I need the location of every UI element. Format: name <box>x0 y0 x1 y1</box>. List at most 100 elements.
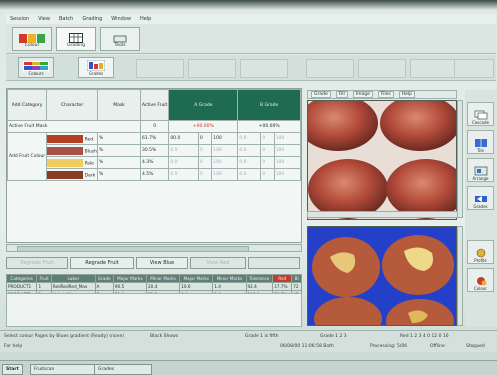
menu-item-view[interactable]: View <box>38 16 50 22</box>
status-date: 06/08/00 11:06:58 Both <box>280 344 334 349</box>
map-vertical-scrollbar[interactable] <box>457 226 463 326</box>
fruit-photo-pane[interactable] <box>307 100 457 220</box>
photo-vertical-scrollbar[interactable] <box>457 100 463 218</box>
arrange-icon <box>474 166 487 176</box>
col-header[interactable]: Fruit <box>36 274 52 283</box>
regrade-fruit-button[interactable]: Regrade Fruit <box>70 257 134 269</box>
grading-button[interactable]: Grading <box>56 27 96 51</box>
arrange-button[interactable]: Arrange <box>467 158 494 182</box>
a-cell[interactable]: 0 <box>197 156 213 169</box>
menu-item-batch[interactable]: Batch <box>59 16 73 22</box>
b-cell[interactable]: 100 <box>273 156 302 169</box>
pct-cell: 4.5% <box>139 168 170 181</box>
mask-cell[interactable]: % <box>96 144 141 157</box>
b-cell[interactable]: 100 <box>273 168 302 181</box>
image-menu-grade[interactable]: Grade <box>311 91 331 98</box>
a-cell[interactable]: 100 <box>211 132 239 145</box>
table-row[interactable]: PRODUCT1 1 RedRedRed_Max A 90.5 20.4 10.… <box>5 282 302 291</box>
tools-button[interactable]: Tools <box>100 27 140 51</box>
colour-button[interactable]: Colour <box>12 27 52 51</box>
col-header[interactable]: Major Marks <box>112 274 147 283</box>
col-header[interactable]: Major Marks <box>179 274 214 283</box>
mask-cell[interactable]: % <box>96 132 141 145</box>
table-row[interactable]: Blush % 30.5% 0.0 0 100 0.0 0 100 <box>8 144 302 157</box>
colour-swatch-cell[interactable]: Blush <box>46 144 98 157</box>
status-bar: Select colour Pages by Blues gradient (R… <box>0 330 497 352</box>
b-grade-header[interactable]: B Grade <box>237 89 301 121</box>
cascade-button[interactable]: Cascade <box>467 102 494 126</box>
task-label: Fruitscan <box>34 367 55 372</box>
grades-button[interactable]: Grades <box>78 57 114 78</box>
a-cell[interactable]: 100 <box>211 144 239 157</box>
taskbar-item-grades[interactable]: Grades <box>94 364 152 375</box>
colour-palette-icon <box>23 61 49 71</box>
start-button[interactable]: Start <box>2 364 23 375</box>
b-cell[interactable]: 0 <box>260 168 275 181</box>
colour-side-button[interactable]: Colour <box>467 268 494 292</box>
add-category-button[interactable]: Add Category <box>6 89 48 121</box>
a-grade-header[interactable]: A Grade <box>168 89 239 121</box>
a-cell[interactable]: 100 <box>211 168 239 181</box>
pct-cell: 4.3% <box>139 156 170 169</box>
col-header[interactable]: Grade <box>94 274 114 283</box>
b-cell[interactable]: 0.0 <box>237 144 262 157</box>
table-row[interactable]: Dark % 4.5% 0.0 0 100 0.0 0 100 <box>8 168 302 181</box>
main-toolbar: Colour Grading Tools <box>6 24 496 54</box>
a-cell[interactable]: 0 <box>197 144 213 157</box>
a-cell[interactable]: 0.0 <box>168 156 199 169</box>
b-cell[interactable]: 0 <box>260 156 275 169</box>
menu-item-session[interactable]: Session <box>10 16 29 22</box>
b-cell[interactable]: 0 <box>260 132 275 145</box>
a-cell[interactable]: 100 <box>211 156 239 169</box>
col-header[interactable]: Tolerance <box>245 274 274 283</box>
status-message: Select colour Pages by Blues gradient (R… <box>4 334 125 339</box>
col-header[interactable]: Red <box>272 274 293 283</box>
b-cell[interactable]: 0.0 <box>237 168 262 181</box>
colour-swatch-cell[interactable]: Pale <box>46 156 98 169</box>
mask-cell[interactable]: % <box>96 168 141 181</box>
cell: 1.4 <box>212 282 247 291</box>
image-menu-help[interactable]: Help <box>398 91 415 98</box>
view-blue-button[interactable]: View Blue <box>136 257 188 269</box>
profile-icon <box>476 248 485 258</box>
b-cell[interactable]: 0.0 <box>237 132 262 145</box>
col-header[interactable]: Minor Marks <box>212 274 247 283</box>
tile-button[interactable]: Tile <box>467 130 494 154</box>
a-cell[interactable]: 0 <box>197 168 213 181</box>
image-menu-image[interactable]: Image <box>352 91 373 98</box>
col-header[interactable]: Categories <box>5 274 38 283</box>
table-row[interactable]: Pale % 4.3% 0.0 0 100 0.0 0 100 <box>8 156 302 169</box>
taskbar-item-fruitscan[interactable]: Fruitscan <box>30 364 98 375</box>
colour-swatch-cell[interactable]: Dark <box>46 168 98 181</box>
col-header[interactable]: Minor Marks <box>145 274 181 283</box>
status-offline: Offline <box>430 344 445 349</box>
b-cell[interactable]: 100 <box>273 144 302 157</box>
colours-button[interactable]: Colours <box>18 57 54 78</box>
toolbar-button-disabled <box>410 59 458 78</box>
a-cell[interactable]: 00.0 <box>168 132 199 145</box>
mask-cell[interactable]: % <box>96 156 141 169</box>
grades-side-button[interactable]: Grades <box>467 186 494 210</box>
col-header[interactable]: Label <box>50 274 96 283</box>
b-cell[interactable]: 0 <box>260 144 275 157</box>
b-cell[interactable]: 0.0 <box>237 156 262 169</box>
image-menu-fill[interactable]: Fill <box>335 91 348 98</box>
menu-item-help[interactable]: Help <box>140 16 151 22</box>
b-cell[interactable]: 100 <box>273 132 302 145</box>
a-cell[interactable]: 0 <box>197 132 213 145</box>
scrollbar-thumb[interactable] <box>17 246 249 252</box>
grid-horizontal-scrollbar[interactable] <box>6 244 302 252</box>
profile-button[interactable]: Profile <box>467 240 494 264</box>
table-row[interactable]: Add Fruit Colour Red % 61.7% 00.0 0 100 … <box>6 132 302 181</box>
image-menu-files[interactable]: Files <box>377 91 394 98</box>
photo-horizontal-scrollbar[interactable] <box>307 211 463 218</box>
colour-map-pane[interactable] <box>307 226 457 326</box>
a-cell[interactable]: 0.0 <box>168 168 199 181</box>
menu-item-grading[interactable]: Grading <box>82 16 102 22</box>
menu-item-window[interactable]: Window <box>111 16 131 22</box>
col-header[interactable]: Bl <box>291 274 302 283</box>
cell: 1 <box>36 282 52 291</box>
colour-swatch-cell[interactable]: Red <box>46 132 98 145</box>
a-cell[interactable]: 0.0 <box>168 144 199 157</box>
group-label: Add Fruit Colour <box>6 132 48 181</box>
